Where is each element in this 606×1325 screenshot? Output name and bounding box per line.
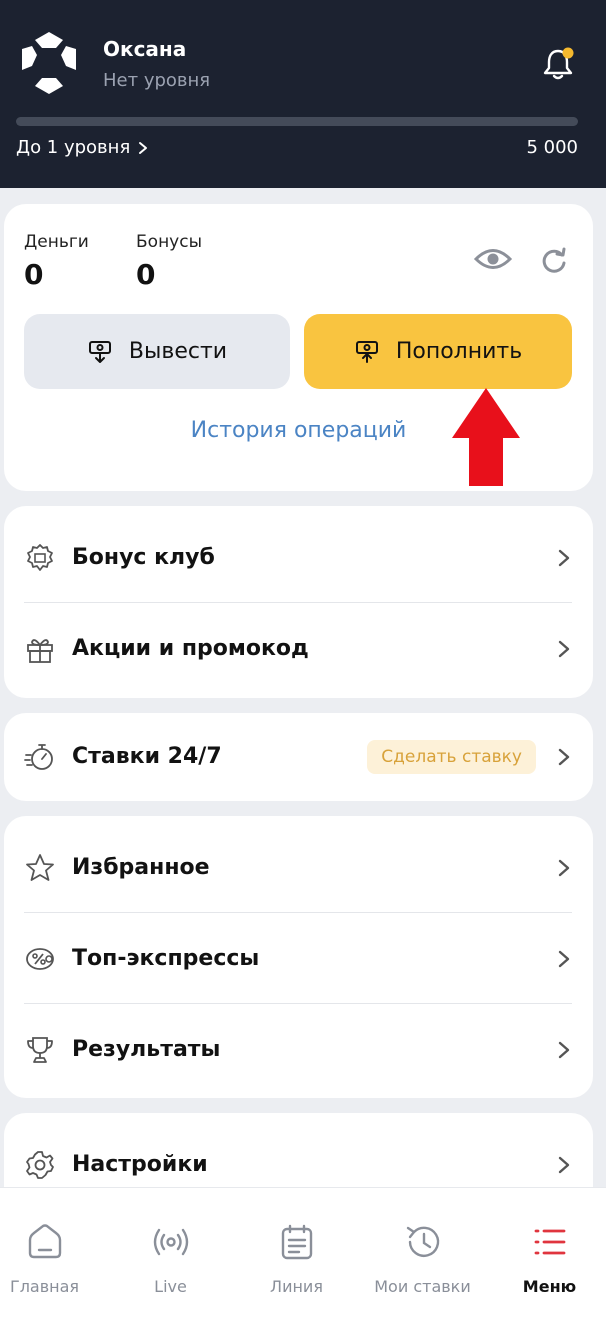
chevron-right-icon (558, 748, 570, 765)
clipboard-icon (281, 1224, 312, 1260)
menu-label: Избранное (72, 855, 210, 880)
menu-label: Результаты (72, 1037, 221, 1062)
refresh-icon[interactable] (540, 246, 568, 274)
gear-icon (26, 1150, 54, 1179)
logo-icon (22, 32, 76, 94)
withdraw-button[interactable]: Вывести (24, 314, 290, 389)
live-icon (153, 1228, 188, 1256)
bonus-menu-card: Бонус клуб Акции и промокод (4, 506, 593, 698)
menu-label: Топ-экспрессы (72, 946, 260, 971)
chevron-right-icon (558, 640, 570, 657)
bonus-value: 0 (136, 258, 156, 291)
home-icon (28, 1224, 61, 1259)
next-level-label: До 1 уровня (16, 137, 131, 158)
tab-label: Главная (9, 1277, 80, 1296)
tab-line[interactable]: Линия (236, 1188, 357, 1325)
deposit-label: Пополнить (395, 339, 523, 364)
tab-label: Линия (270, 1277, 323, 1296)
tab-menu[interactable]: Меню (489, 1188, 606, 1325)
withdraw-label: Вывести (128, 339, 228, 364)
menu-label: Бонус клуб (72, 545, 215, 570)
menu-item-favorites[interactable]: Избранное (24, 822, 572, 913)
eye-icon[interactable] (474, 244, 512, 274)
bonus-label: Бонусы (136, 232, 203, 252)
red-arrow-annotation (452, 388, 520, 486)
profile-header: Оксана Нет уровня До 1 уровня 5 000 (0, 0, 606, 188)
user-level: Нет уровня (103, 70, 211, 91)
next-level-link[interactable]: До 1 уровня (16, 137, 148, 158)
chevron-right-icon (558, 950, 570, 967)
deposit-button[interactable]: Пополнить (304, 314, 572, 389)
bets-card: Ставки 24/7 Сделать ставку (4, 713, 593, 801)
menu-label: Настройки (72, 1152, 208, 1177)
money-label: Деньги (24, 232, 89, 252)
next-level-target: 5 000 (526, 137, 578, 158)
bottom-tab-bar: Главная Live Линия Мои ставки Меню (0, 1187, 606, 1325)
menu-item-top-express[interactable]: Топ-экспрессы (24, 913, 572, 1004)
money-value: 0 (24, 258, 44, 291)
stopwatch-icon (24, 743, 53, 770)
menu-item-bets-24-7[interactable]: Ставки 24/7 Сделать ставку (24, 711, 572, 802)
menu-item-promos[interactable]: Акции и промокод (24, 603, 572, 694)
menu-item-results[interactable]: Результаты (24, 1004, 572, 1095)
sports-menu-card: Избранное Топ-экспрессы Результаты (4, 816, 593, 1098)
menu-item-bonus-club[interactable]: Бонус клуб (24, 512, 572, 603)
chevron-right-icon (558, 1156, 570, 1173)
tab-live[interactable]: Live (110, 1188, 231, 1325)
chevron-right-icon (558, 859, 570, 876)
tab-label: Мои ставки (374, 1277, 471, 1296)
tab-label: Live (154, 1277, 187, 1296)
chevron-right-icon (139, 141, 148, 154)
deposit-icon (355, 340, 378, 363)
trophy-icon (27, 1036, 53, 1063)
level-progress-bar (16, 117, 578, 126)
history-icon (406, 1226, 439, 1257)
menu-label: Акции и промокод (72, 636, 309, 661)
make-bet-badge[interactable]: Сделать ставку (367, 739, 536, 774)
chevron-right-icon (558, 549, 570, 566)
withdraw-icon (88, 340, 111, 363)
tab-my-bets[interactable]: Мои ставки (362, 1188, 483, 1325)
menu-label: Ставки 24/7 (72, 744, 222, 769)
bell-icon[interactable] (540, 46, 576, 82)
tab-home[interactable]: Главная (0, 1188, 105, 1325)
user-name: Оксана (103, 37, 187, 61)
chevron-right-icon (558, 1041, 570, 1058)
gift-icon (27, 638, 53, 663)
menu-list-icon (534, 1229, 565, 1255)
medal-icon (27, 543, 53, 571)
percent-ticket-icon (26, 947, 54, 970)
tab-label: Меню (522, 1277, 577, 1296)
star-icon (26, 853, 54, 881)
